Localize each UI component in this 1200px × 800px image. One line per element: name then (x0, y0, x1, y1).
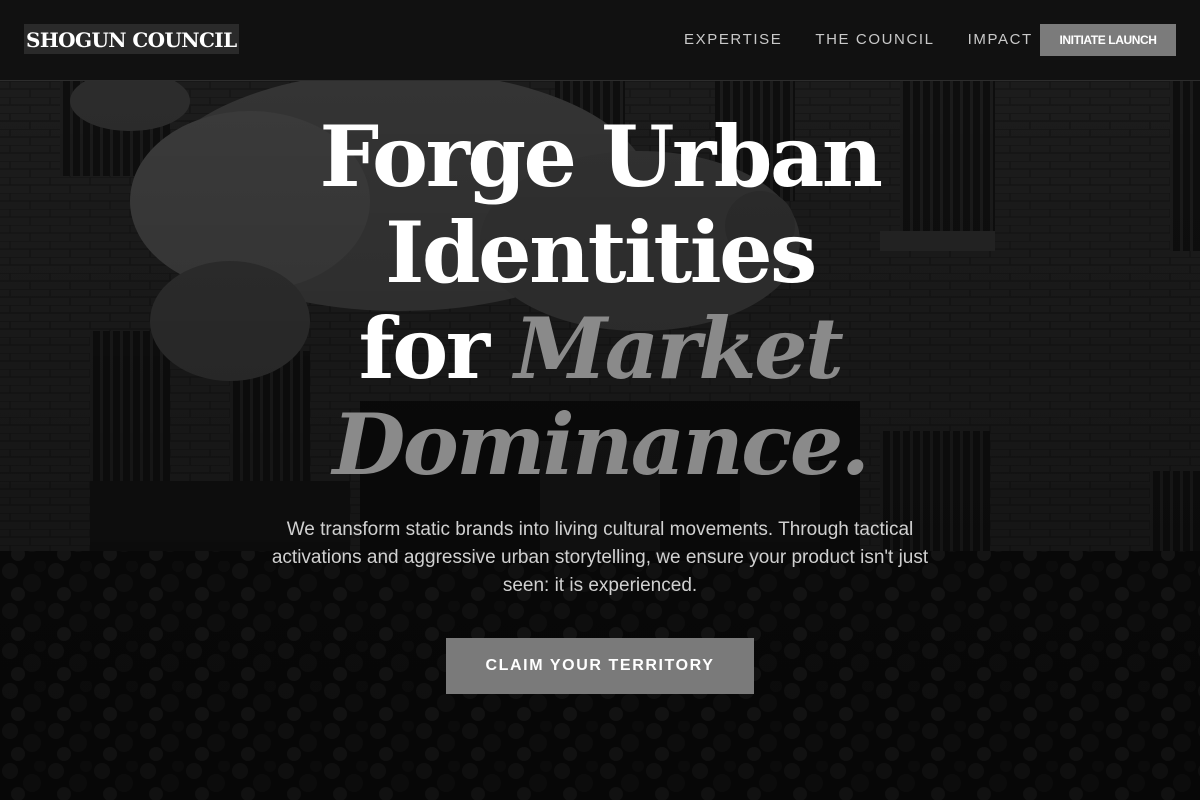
hero-section: Forge Urban Identities for Market Domina… (0, 81, 1200, 800)
headline-accent-market: Market (514, 299, 844, 398)
hero-subtext: We transform static brands into living c… (271, 519, 929, 596)
hero-headline: Forge Urban Identities for Market Domina… (0, 109, 1200, 493)
nav-link-expertise[interactable]: EXPERTISE (684, 31, 782, 49)
headline-line-1: Forge Urban (319, 107, 884, 206)
headline-accent-dominance: Dominance. (332, 395, 870, 494)
headline-for-word: for (358, 299, 490, 398)
top-navigation-bar: SHOGUN COUNCIL EXPERTISE THE COUNCIL IMP… (0, 0, 1200, 81)
claim-your-territory-button[interactable]: CLAIM YOUR TERRITORY (446, 638, 754, 694)
landing-page: SHOGUN COUNCIL EXPERTISE THE COUNCIL IMP… (0, 0, 1200, 800)
nav-links: EXPERTISE THE COUNCIL IMPACT (684, 31, 1033, 49)
headline-line-3: for Market (0, 301, 1200, 397)
nav-link-the-council[interactable]: THE COUNCIL (815, 31, 934, 49)
headline-line-2: Identities (385, 203, 817, 302)
initiate-launch-button[interactable]: INITIATE LAUNCH (1040, 24, 1176, 56)
nav-link-impact[interactable]: IMPACT (968, 31, 1033, 49)
brand-logo[interactable]: SHOGUN COUNCIL (24, 24, 239, 54)
